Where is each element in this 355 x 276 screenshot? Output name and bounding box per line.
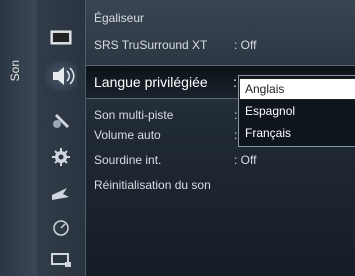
category-tab: Son xyxy=(0,0,38,276)
dropdown-option-anglais[interactable]: Anglais xyxy=(239,78,355,100)
setup-icon[interactable] xyxy=(49,147,73,167)
option-label: Espagnol xyxy=(245,104,296,118)
sound-icon[interactable] xyxy=(45,61,77,91)
application-icon[interactable] xyxy=(49,218,73,238)
input-icon[interactable] xyxy=(49,183,73,203)
menu-value-sourdine-int: : Off xyxy=(234,153,257,167)
option-label: Anglais xyxy=(245,82,285,96)
category-icon-column xyxy=(37,0,86,276)
menu-value-volume-auto: : xyxy=(234,128,238,142)
option-label: Français xyxy=(245,126,292,140)
support-icon[interactable] xyxy=(49,250,73,270)
menu-item-son-multi-piste[interactable]: Son multi-piste xyxy=(94,108,173,122)
category-label: Son xyxy=(8,60,22,82)
dropdown-option-espagnol[interactable]: Espagnol xyxy=(239,100,355,122)
channel-icon[interactable] xyxy=(49,111,73,131)
menu-item-label: Langue privilégiée xyxy=(94,74,208,90)
menu-item-volume-auto[interactable]: Volume auto xyxy=(94,128,161,142)
menu-value-son-multi-piste: : xyxy=(234,108,238,122)
menu-item-sourdine-int[interactable]: Sourdine int. xyxy=(94,153,161,167)
menu-item-reinitialisation-son[interactable]: Réinitialisation du son xyxy=(94,178,211,192)
dropdown-option-francais[interactable]: Français xyxy=(239,122,355,144)
osd-menu-frame: Son Égaliseur SRS TruSurround XT : Off L… xyxy=(0,0,355,276)
picture-icon[interactable] xyxy=(49,28,73,48)
language-dropdown[interactable]: Anglais Espagnol Français xyxy=(238,75,355,147)
menu-value-srs-trusurround: : Off xyxy=(234,38,257,52)
menu-item-egaliseur[interactable]: Égaliseur xyxy=(94,11,144,25)
menu-item-srs-trusurround[interactable]: SRS TruSurround XT xyxy=(94,38,207,52)
menu-value-separator: : xyxy=(233,74,237,90)
